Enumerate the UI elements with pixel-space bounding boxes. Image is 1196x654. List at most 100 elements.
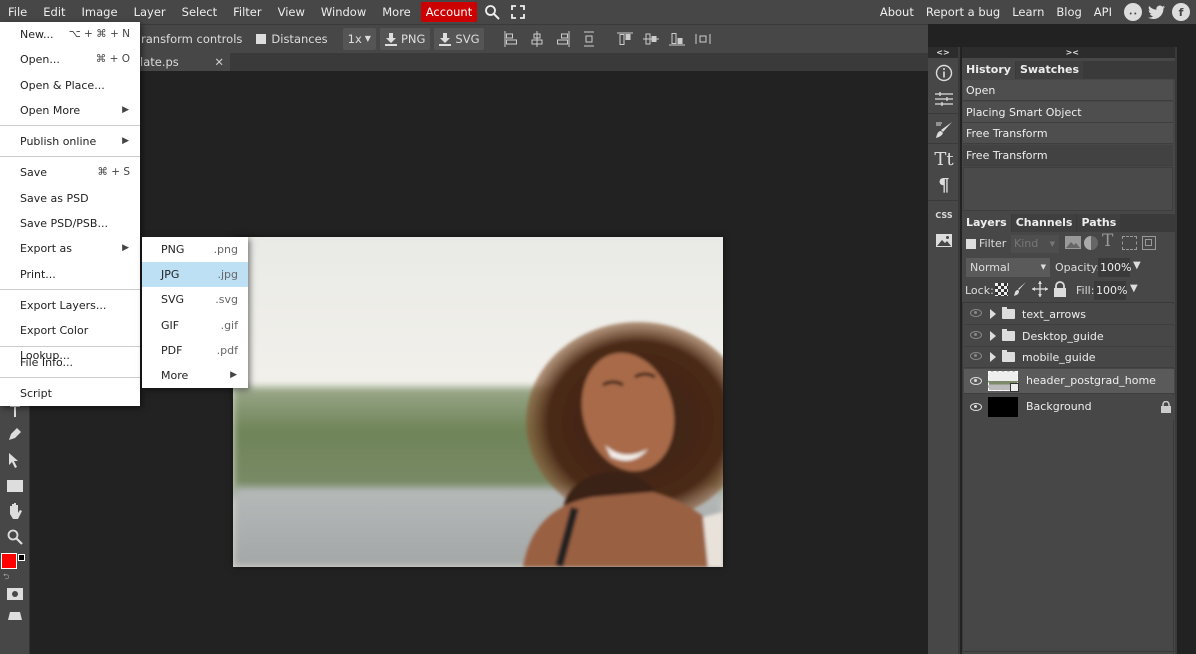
menu-item-export-as[interactable]: Export as ▶ (0, 236, 140, 261)
lock-transparency-icon[interactable] (995, 283, 1008, 296)
hand-tool-icon[interactable] (4, 500, 26, 522)
collapse-panels-toggle[interactable]: >< (962, 47, 1175, 58)
api-link[interactable]: API (1088, 5, 1118, 19)
filter-smart-object-icon[interactable] (1142, 236, 1156, 250)
menu-item-new[interactable]: New... ⌥ + ⌘ + N (0, 22, 140, 47)
expand-caret-icon[interactable] (990, 331, 996, 341)
opacity-dropdown-icon[interactable]: ▼ (1133, 260, 1141, 271)
lock-all-icon[interactable] (1053, 281, 1067, 300)
paragraph-icon[interactable]: ¶ (933, 174, 955, 196)
menu-layer[interactable]: Layer (126, 0, 174, 24)
menu-file[interactable]: File (0, 0, 35, 24)
expand-panels-toggle[interactable]: <> (928, 47, 958, 58)
menu-item-save-psd-psb[interactable]: Save PSD/PSB... (0, 211, 140, 236)
menu-item-open-place[interactable]: Open & Place... (0, 73, 140, 98)
tab-channels[interactable]: Channels (1011, 214, 1077, 232)
path-select-tool-icon[interactable] (4, 449, 26, 471)
distribute-v-icon[interactable] (578, 28, 600, 50)
menu-item-open-more[interactable]: Open More ▶ (0, 98, 140, 123)
account-button[interactable]: Account (420, 2, 478, 22)
blend-mode-dropdown[interactable]: Normal ▼ (966, 258, 1050, 277)
visibility-icon[interactable] (970, 331, 982, 339)
menu-filter[interactable]: Filter (225, 0, 269, 24)
fill-dropdown-icon[interactable]: ▼ (1130, 283, 1138, 294)
kind-dropdown[interactable]: Kind ▼ (1011, 235, 1059, 253)
expand-caret-icon[interactable] (990, 352, 996, 362)
filter-type-icon[interactable]: T (1102, 231, 1113, 251)
export-svg[interactable]: SVG .svg (142, 287, 248, 312)
history-item[interactable]: Free Transform (963, 123, 1173, 144)
info-icon[interactable] (933, 62, 955, 84)
menu-image[interactable]: Image (74, 0, 126, 24)
visibility-icon[interactable] (970, 309, 982, 317)
tab-history[interactable]: History (962, 61, 1015, 79)
character-icon[interactable]: Tt (933, 148, 955, 170)
css-icon[interactable]: CSS (933, 204, 955, 226)
export-more[interactable]: More ▶ (142, 363, 248, 388)
align-left-icon[interactable] (500, 28, 522, 50)
filter-checkbox[interactable] (966, 239, 976, 249)
lock-position-icon[interactable] (1032, 281, 1048, 300)
tab-paths[interactable]: Paths (1077, 214, 1121, 232)
quick-mask-icon[interactable] (4, 583, 26, 605)
export-png-button[interactable]: PNG (379, 28, 431, 50)
pen-tool-icon[interactable] (4, 423, 26, 445)
transform-controls-label[interactable]: ransform controls (141, 32, 242, 46)
scale-dropdown[interactable]: 1x ▼ (342, 28, 376, 50)
default-colors-icon[interactable] (18, 554, 25, 561)
lock-pixels-icon[interactable] (1013, 281, 1027, 300)
history-item[interactable]: Open (963, 80, 1173, 101)
opacity-input[interactable]: 100% (1098, 258, 1131, 277)
layer-row[interactable]: text_arrows (964, 304, 1174, 325)
canvas-image[interactable] (233, 237, 723, 567)
tab-layers[interactable]: Layers (962, 214, 1011, 232)
layer-row[interactable]: mobile_guide (964, 347, 1174, 368)
export-jpg[interactable]: JPG .jpg (142, 262, 248, 288)
align-center-h-icon[interactable] (526, 28, 548, 50)
menu-item-open[interactable]: Open... ⌘ + O (0, 47, 140, 72)
close-icon[interactable]: ✕ (214, 53, 224, 71)
filter-shape-icon[interactable] (1122, 236, 1137, 250)
distances-checkbox[interactable]: Distances (256, 32, 328, 46)
reddit-icon[interactable] (1124, 3, 1142, 21)
menu-view[interactable]: View (270, 0, 313, 24)
about-link[interactable]: About (874, 5, 920, 19)
menu-item-export-layers[interactable]: Export Layers... (0, 293, 140, 318)
rectangle-tool-icon[interactable] (4, 475, 26, 497)
blog-link[interactable]: Blog (1050, 5, 1087, 19)
filter-pixel-icon[interactable] (1065, 236, 1081, 252)
visibility-icon[interactable] (970, 403, 982, 411)
export-gif[interactable]: GIF .gif (142, 313, 248, 338)
align-top-icon[interactable] (614, 28, 636, 50)
align-right-icon[interactable] (552, 28, 574, 50)
facebook-icon[interactable]: f (1172, 3, 1190, 21)
export-png[interactable]: PNG .png (142, 237, 248, 262)
history-item-current[interactable]: Free Transform (963, 145, 1173, 166)
menu-more[interactable]: More (374, 0, 419, 24)
brush-icon[interactable] (933, 119, 955, 141)
filter-adjustment-icon[interactable] (1084, 236, 1098, 250)
menu-item-publish-online[interactable]: Publish online ▶ (0, 129, 140, 154)
distribute-h-icon[interactable] (692, 28, 714, 50)
twitter-icon[interactable] (1148, 3, 1166, 21)
layer-row[interactable]: Desktop_guide (964, 326, 1174, 347)
layer-row[interactable]: Background (964, 395, 1174, 420)
menu-item-file-info[interactable]: File Info... (0, 350, 140, 375)
menu-edit[interactable]: Edit (35, 0, 73, 24)
history-item[interactable]: Placing Smart Object (963, 102, 1173, 123)
distances-check[interactable] (256, 34, 267, 44)
menu-window[interactable]: Window (313, 0, 374, 24)
screen-mode-icon[interactable] (4, 605, 26, 627)
align-middle-icon[interactable] (640, 28, 662, 50)
menu-item-export-color-lookup[interactable]: Export Color Lookup... (0, 318, 140, 362)
menu-item-save[interactable]: Save ⌘ + S (0, 160, 140, 185)
export-pdf[interactable]: PDF .pdf (142, 338, 248, 363)
expand-caret-icon[interactable] (990, 309, 996, 319)
tab-swatches[interactable]: Swatches (1015, 61, 1084, 79)
export-svg-button[interactable]: SVG (434, 28, 485, 50)
visibility-icon[interactable] (970, 352, 982, 360)
zoom-tool-icon[interactable] (4, 526, 26, 548)
menu-item-script[interactable]: Script (0, 381, 140, 406)
report-bug-link[interactable]: Report a bug (920, 5, 1006, 19)
document-tab[interactable]: late.ps ✕ (132, 53, 230, 71)
